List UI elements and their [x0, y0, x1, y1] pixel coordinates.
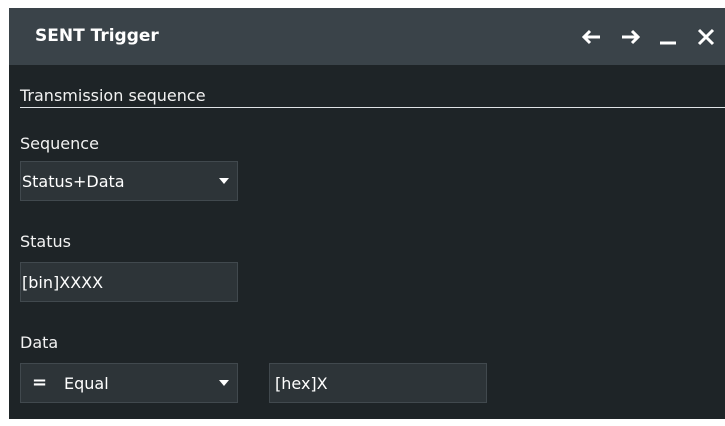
data-label: Data [20, 333, 59, 352]
chevron-down-icon [219, 178, 229, 184]
data-operator-value: Equal [64, 374, 109, 393]
dialog-titlebar: SENT Trigger [9, 8, 725, 65]
arrow-left-icon [582, 29, 600, 44]
dialog-title: SENT Trigger [35, 26, 159, 46]
status-input[interactable]: [bin]XXXX [20, 262, 238, 302]
close-button[interactable] [687, 8, 725, 65]
data-value-text: [hex]X [275, 374, 328, 393]
sequence-dropdown[interactable]: Status+Data [20, 161, 238, 201]
status-label: Status [20, 232, 71, 251]
sent-trigger-dialog: SENT Trigger Transmission sequence Seque… [9, 8, 725, 419]
transmission-sequence-heading: Transmission sequence [20, 86, 206, 105]
back-button[interactable] [573, 8, 611, 65]
arrow-right-icon [622, 29, 640, 44]
equal-icon: = [32, 372, 48, 393]
forward-button[interactable] [611, 8, 649, 65]
sequence-label: Sequence [20, 134, 99, 153]
sequence-selected-value: Status+Data [22, 172, 125, 191]
window-controls [573, 8, 725, 65]
data-operator-dropdown[interactable]: = Equal [20, 363, 238, 403]
status-input-value: [bin]XXXX [22, 273, 104, 292]
chevron-down-icon [219, 380, 229, 386]
section-divider [20, 107, 725, 108]
page: SENT Trigger Transmission sequence Seque… [0, 0, 725, 426]
data-value-input[interactable]: [hex]X [269, 363, 487, 403]
close-icon [697, 28, 715, 45]
minimize-button[interactable] [649, 8, 687, 65]
minimize-icon [660, 41, 676, 44]
